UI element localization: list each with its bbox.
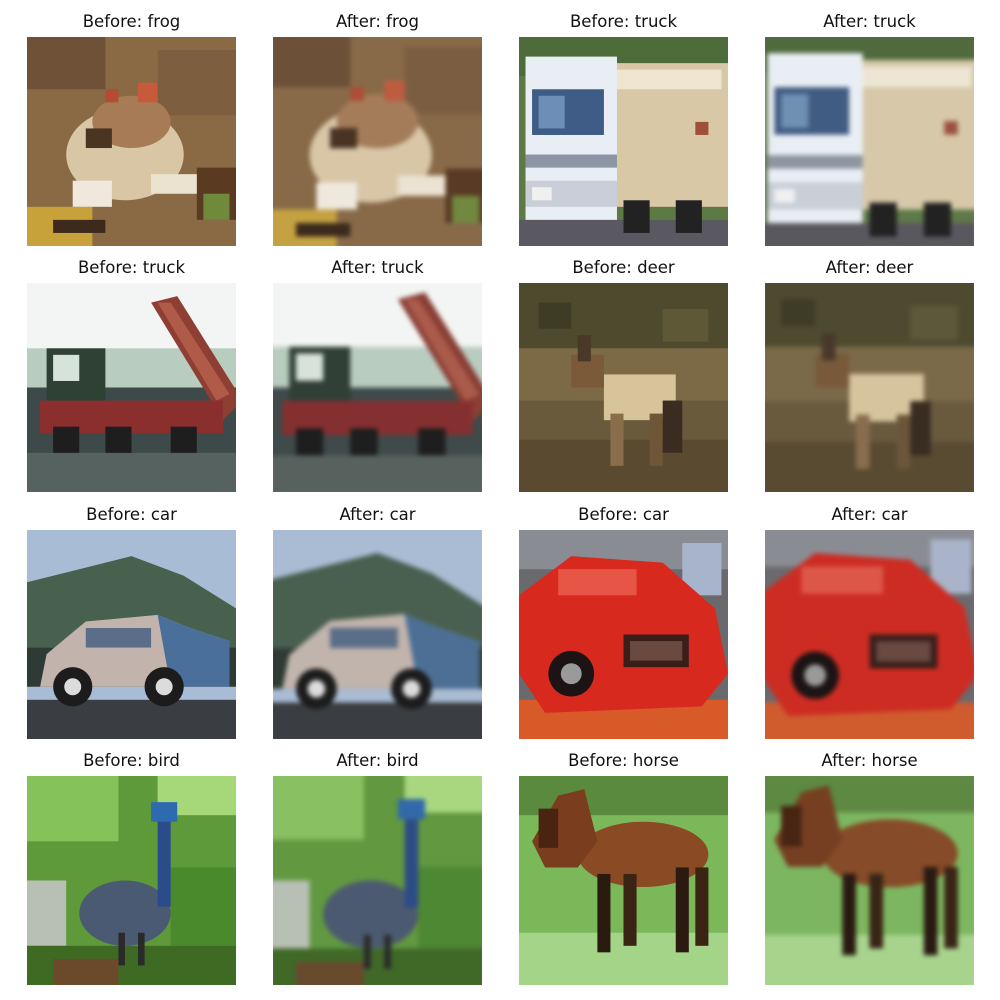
panel-caption: Before: car	[578, 505, 669, 524]
panel-caption: After: car	[831, 505, 908, 524]
panel-caption: Before: truck	[569, 12, 678, 31]
truck-image	[27, 283, 236, 492]
panel-caption: Before: truck	[77, 258, 186, 277]
panel-caption: Before: deer	[572, 258, 675, 277]
panel-caption: Before: car	[86, 505, 177, 524]
panel-caption: After: horse	[821, 751, 918, 770]
deer-image	[519, 283, 728, 492]
truck-image	[519, 37, 728, 246]
bird-image	[273, 776, 482, 985]
panel-caption: After: bird	[336, 751, 419, 770]
panel-caption: After: truck	[823, 12, 916, 31]
truck-image	[273, 283, 482, 492]
frog-image	[273, 37, 482, 246]
panel-caption: Before: frog	[82, 12, 181, 31]
panel-caption: Before: horse	[568, 751, 679, 770]
truck-image	[765, 37, 974, 246]
panel-caption: After: deer	[825, 258, 914, 277]
image-comparison-grid: Before: frog After: frog Before: truck A…	[0, 0, 1000, 1000]
bird-image	[27, 776, 236, 985]
panel-caption: After: car	[339, 505, 416, 524]
car-image	[27, 530, 236, 739]
car-image	[765, 530, 974, 739]
frog-image	[27, 37, 236, 246]
car-image	[519, 530, 728, 739]
panel-caption: After: truck	[331, 258, 424, 277]
car-image	[273, 530, 482, 739]
panel-caption: Before: bird	[83, 751, 180, 770]
horse-image	[519, 776, 728, 985]
deer-image	[765, 283, 974, 492]
horse-image	[765, 776, 974, 985]
panel-caption: After: frog	[336, 12, 419, 31]
